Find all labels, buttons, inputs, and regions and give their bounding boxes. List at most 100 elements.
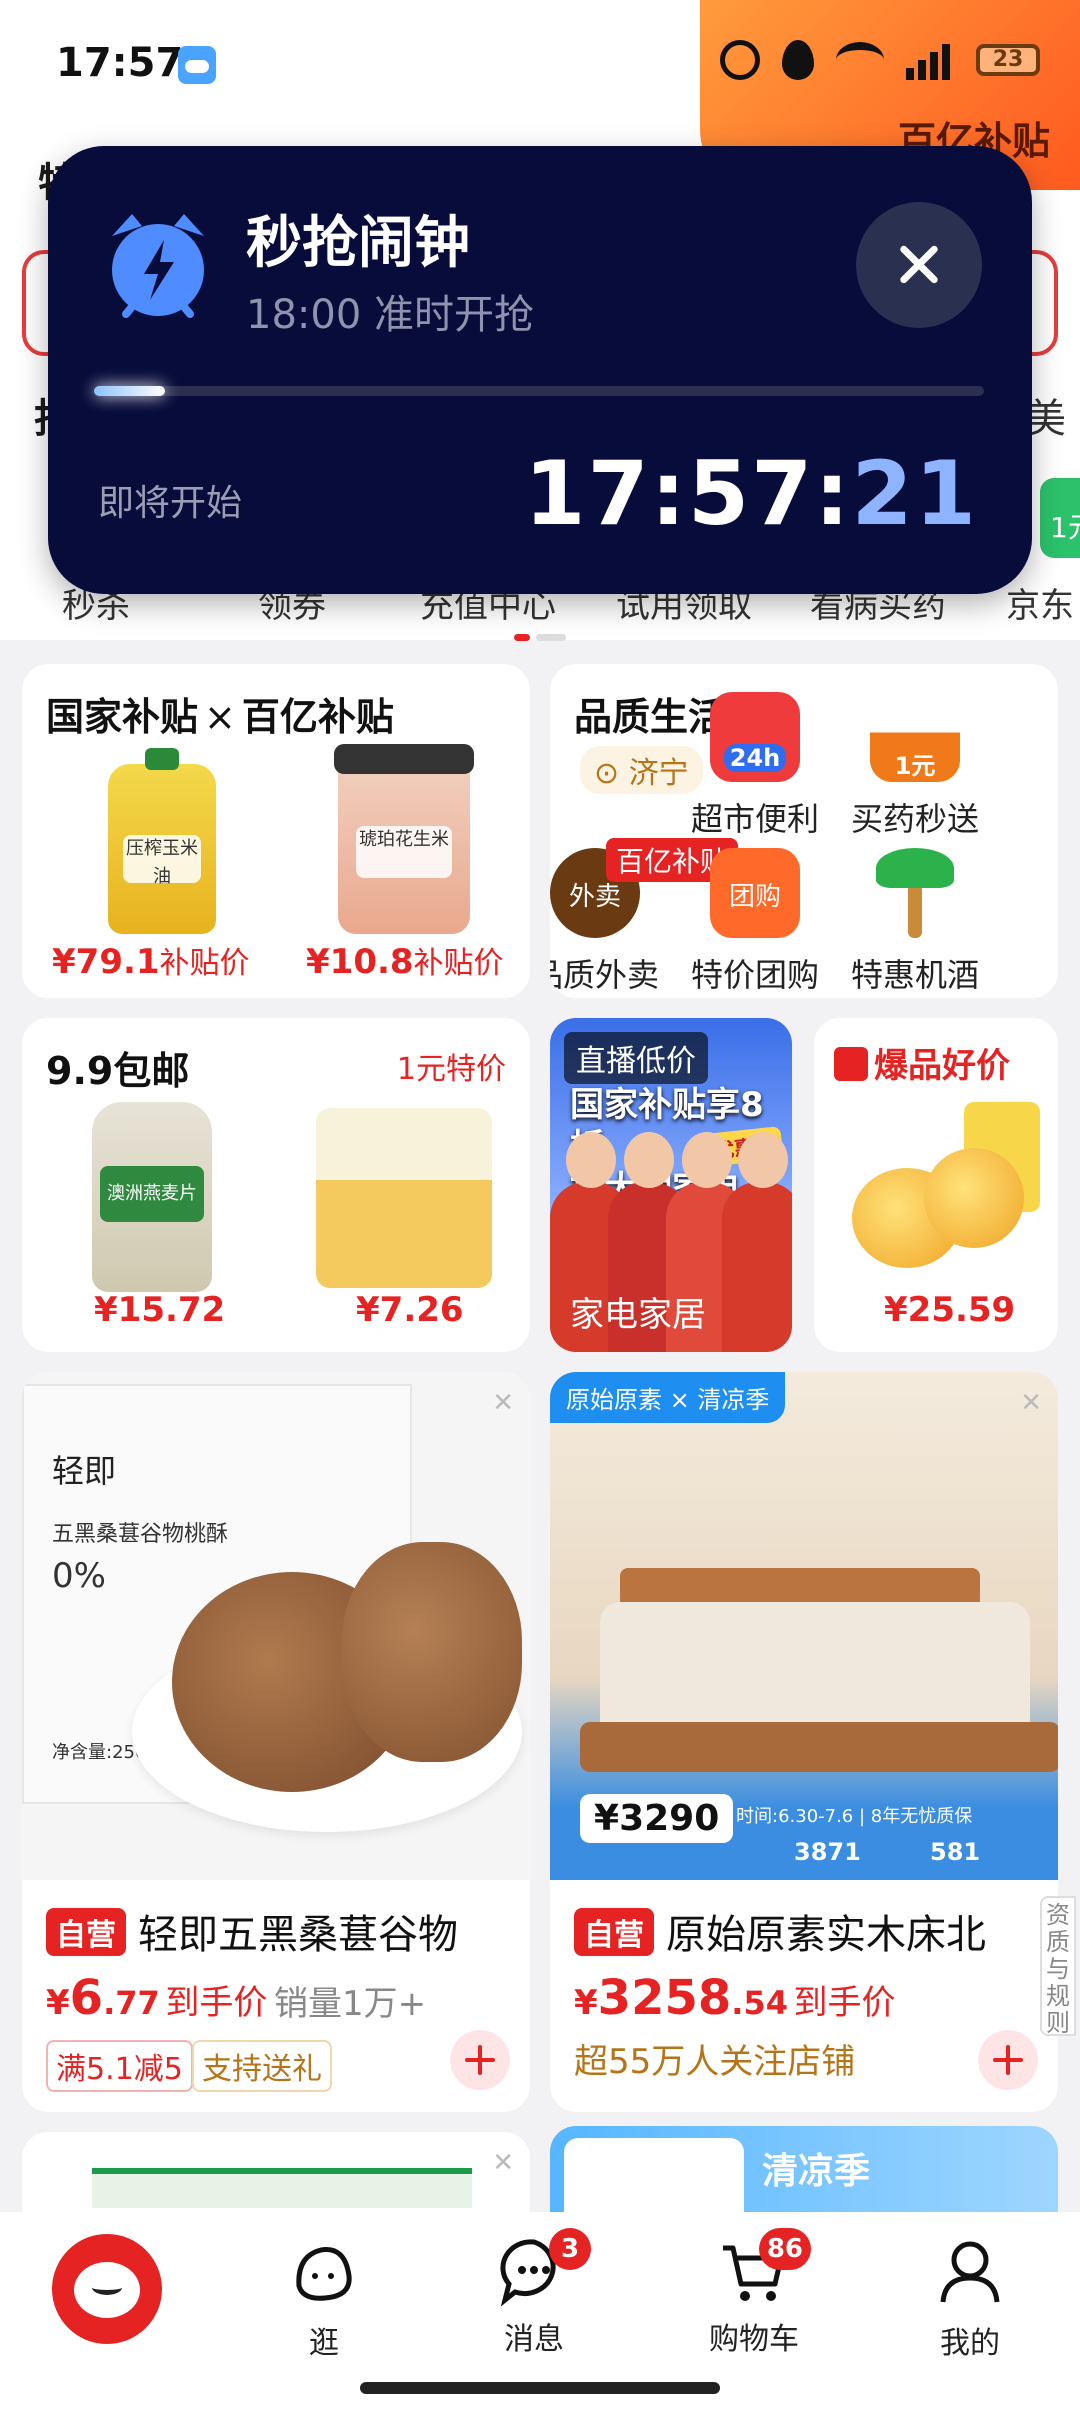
nav-item-browse[interactable]: 逛 (254, 2236, 394, 2362)
price-value: ¥79.1 (52, 942, 160, 982)
nav-item-cart[interactable]: 86 购物车 (684, 2228, 824, 2358)
supermarket-icon: 24h (710, 692, 800, 782)
alarm-countdown: 17:57:21 (524, 442, 978, 545)
product-image-label: 压榨玉米油 (123, 835, 201, 887)
profile-icon (940, 2241, 1000, 2303)
feed-price: ¥6.77 到手价 (46, 1970, 267, 2026)
feed-product-title[interactable]: 原始原素实木床北 (666, 1902, 1046, 1960)
price-decimal: .77 (103, 1984, 160, 2022)
price-suffix: 到手价 (793, 1983, 896, 2023)
image-time-text: 时间:6.30-7.6 (736, 1806, 854, 1827)
service-label: 特惠机酒 (850, 956, 979, 994)
ninenine-card[interactable]: 9.9包邮 1元特价 澳洲燕麦片 ¥15.72 ¥7.26 (22, 1018, 530, 1352)
status-time: 17:57 (56, 40, 184, 86)
image-price-value: 3290 (619, 1798, 720, 1839)
product-image-label: 琥珀花生米 (356, 826, 452, 879)
feed-card[interactable]: 轻即 五黑桑葚谷物桃酥 0% 净含量:250g ✕ 自营 轻即五黑桑葚谷物 ¥6… (22, 1372, 530, 2112)
nav-item-messages[interactable]: 3 消息 (464, 2228, 604, 2358)
product-price: ¥79.1补贴价 (52, 938, 250, 982)
add-to-cart-button[interactable] (978, 2030, 1038, 2090)
feed-product-title[interactable]: 轻即五黑桑葚谷物 (138, 1902, 518, 1960)
self-operated-tag: 自营 (46, 1908, 126, 1956)
nav-item-profile[interactable]: 我的 (900, 2236, 1040, 2362)
subsidy-title-left: 国家补贴 (46, 695, 199, 739)
medicine-icon: 1元 (870, 692, 960, 782)
alarm-subtitle: 18:00 准时开抢 (246, 292, 534, 338)
cart-icon: 86 (719, 2228, 811, 2306)
feed-product-image[interactable]: 原始原素 × 清凉季 ¥3290 时间:6.30-7.6 | 8年无忧质保 38… (550, 1372, 1058, 1880)
feed-product-image[interactable]: 轻即 五黑桑葚谷物桃酥 0% 净含量:250g ✕ (22, 1372, 530, 1880)
price-integer: 3258 (597, 1970, 732, 2026)
dismiss-icon[interactable]: ✕ (1020, 1388, 1042, 1418)
product-price: ¥7.26 (356, 1290, 464, 1330)
feed-card[interactable]: 原始原素 × 清凉季 ¥3290 时间:6.30-7.6 | 8年无忧质保 38… (550, 1372, 1058, 2112)
status-bar: 17:57 23 (0, 0, 1080, 130)
wifi-icon (836, 42, 884, 78)
service-supermarket[interactable]: 24h 超市便利 (680, 692, 830, 840)
image-promo-time: 时间:6.30-7.6 | 8年无忧质保 (736, 1806, 973, 1827)
brand-ribbon-text: 原始原素 (566, 1386, 662, 1414)
location-icon (782, 40, 814, 80)
live-card[interactable]: 直播低价 国家补贴享8折 抢大牌家电 优惠券 家电家居 (550, 1018, 792, 1352)
product-image-oats[interactable]: 澳洲燕麦片 (92, 1102, 212, 1292)
image-price-a: 3871 (794, 1838, 861, 1866)
product-price: ¥25.59 (884, 1290, 1016, 1330)
brand-ribbon: 原始原素 × 清凉季 (550, 1372, 786, 1423)
app-screen: 百亿补贴 17:57 23 特 抖 美 1元 秒杀 领券 充值中心 试用领取 看… (0, 0, 1080, 2414)
price-suffix: 补贴价 (159, 946, 250, 981)
alarm-notification[interactable]: 秒抢闹钟 18:00 准时开抢 即将开始 17:57:21 (48, 146, 1032, 594)
product-image-peanut[interactable]: 琥珀花生米 (334, 744, 474, 934)
cart-badge: 86 (758, 2228, 811, 2270)
alarm-status: 即将开始 (98, 483, 243, 524)
alarm-progress-fill (94, 386, 166, 396)
price-value: ¥10.8 (306, 942, 414, 982)
side-promo-chip[interactable]: 1元 (1040, 478, 1080, 558)
quick-icon-label[interactable]: 京东 (1006, 578, 1074, 627)
ninenine-card-title: 9.9包邮 (46, 1049, 190, 1093)
gift-chip: 支持送礼 (192, 2040, 332, 2092)
qualification-rules-tab[interactable]: 资质与规则 (1040, 1896, 1076, 2037)
brand-ribbon-season: 清凉季 (697, 1386, 770, 1414)
dismiss-icon[interactable]: ✕ (492, 1388, 514, 1418)
side-promo-chip-label: 1元 (1050, 511, 1080, 544)
subsidy-card[interactable]: 国家补贴 × 百亿补贴 压榨玉米油 琥珀花生米 ¥79.1补贴价 ¥10.8补贴价 (22, 664, 530, 998)
page-indicator (514, 634, 566, 641)
image-price-b: 581 (930, 1838, 981, 1866)
add-to-cart-button[interactable] (450, 2030, 510, 2090)
browse-icon (296, 2247, 352, 2301)
close-button[interactable] (856, 202, 982, 328)
service-groupbuy[interactable]: 团购 特价团购 (680, 848, 830, 996)
product-image-oil[interactable]: 压榨玉米油 (108, 748, 216, 934)
palm-tree-icon (870, 848, 960, 938)
weather-icon (178, 46, 216, 84)
battery-icon: 23 (976, 44, 1040, 76)
home-indicator[interactable] (360, 2382, 720, 2394)
price-suffix: 到手价 (165, 1983, 268, 2023)
product-price: ¥10.8补贴价 (306, 938, 504, 982)
service-travel[interactable]: 特惠机酒 (840, 848, 990, 996)
nav-label: 消息 (504, 2322, 564, 2357)
product-image-bread[interactable] (924, 1148, 1024, 1248)
signal-icon (906, 40, 954, 80)
message-badge: 3 (549, 2228, 591, 2270)
groupbuy-icon: 团购 (710, 848, 800, 938)
subsidy-card-title: 国家补贴 × 百亿补贴 (46, 686, 394, 741)
category-partial-text-right[interactable]: 美 (1026, 386, 1066, 444)
alarm-clock-icon (112, 214, 204, 318)
service-label: 买药秒送 (850, 800, 979, 838)
service-label: 超市便利 (690, 800, 819, 838)
quality-life-card[interactable]: 品质生活 ⊙ 济宁 24h 超市便利 1元 买药秒送 外卖 品质外卖 百亿补贴 … (550, 664, 1058, 998)
product-price: ¥15.72 (94, 1290, 226, 1330)
service-icon-text: 1元 (894, 752, 936, 780)
service-medicine[interactable]: 1元 买药秒送 (840, 692, 990, 840)
hot-deals-tag-text: 爆品好价 (874, 1046, 1010, 1086)
dismiss-icon[interactable]: ✕ (492, 2148, 514, 2178)
discount-chip: 满5.1减5 (46, 2040, 193, 2092)
alarm-clock-icon (720, 40, 760, 80)
home-button[interactable] (52, 2234, 162, 2344)
hot-deals-tag: 爆品好价 (834, 1038, 1010, 1087)
price-currency: ¥ (46, 1983, 70, 2023)
hot-deals-card[interactable]: 爆品好价 ¥25.59 (814, 1018, 1058, 1352)
product-image-snack[interactable] (316, 1108, 492, 1288)
presenter-figure (722, 1132, 792, 1352)
